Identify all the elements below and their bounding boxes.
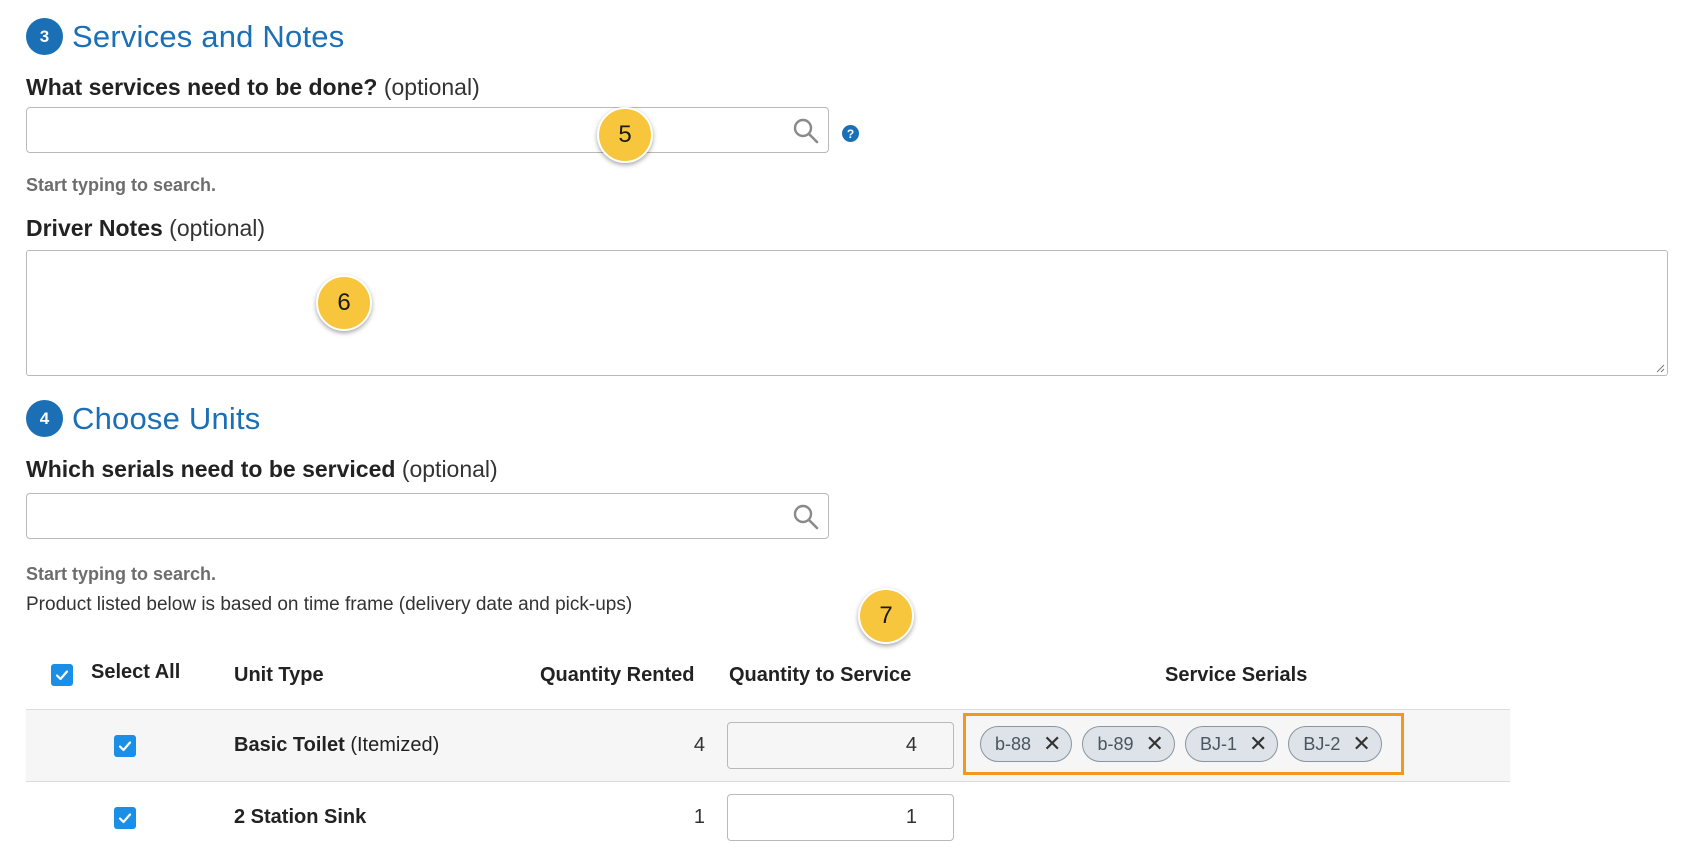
quantity-rented: 4	[693, 734, 705, 756]
header-select-all: Select All	[91, 661, 181, 683]
header-unit-type: Unit Type	[234, 664, 324, 686]
services-search-input[interactable]	[35, 108, 779, 152]
step-number-badge: 3	[26, 18, 63, 55]
serials-search-box[interactable]	[26, 493, 829, 539]
quantity-to-service-input[interactable]: 4	[727, 722, 954, 769]
help-icon[interactable]: ?	[842, 125, 859, 142]
serial-chip: b-88 ✕	[980, 726, 1073, 762]
checkmark-icon	[118, 741, 132, 752]
select-all-checkbox[interactable]	[51, 664, 73, 686]
section-title: Choose Units	[72, 400, 261, 436]
serials-hint: Start typing to search.	[26, 564, 217, 584]
services-label: What services need to be done? (optional…	[26, 74, 480, 100]
header-quantity-to-service: Quantity to Service	[729, 664, 912, 686]
header-quantity-rented: Quantity Rented	[540, 664, 695, 686]
section-4-header: 4 Choose Units	[26, 400, 261, 437]
product-timeframe-note: Product listed below is based on time fr…	[26, 594, 633, 615]
section-title: Services and Notes	[72, 18, 345, 54]
checkmark-icon	[118, 813, 132, 824]
divider	[26, 781, 1510, 782]
resize-handle-icon[interactable]	[1655, 363, 1665, 373]
remove-icon[interactable]: ✕	[1146, 733, 1164, 755]
step-number-badge: 4	[26, 400, 63, 437]
remove-icon[interactable]: ✕	[1043, 733, 1061, 755]
serials-label: Which serials need to be serviced (optio…	[26, 456, 498, 482]
services-hint: Start typing to search.	[26, 175, 217, 195]
unit-type-name: 2 Station Sink	[234, 806, 367, 828]
serial-chip: BJ-1 ✕	[1184, 726, 1279, 762]
quantity-rented: 1	[693, 806, 705, 828]
row-checkbox[interactable]	[114, 735, 136, 757]
driver-notes-textarea[interactable]	[26, 250, 1668, 376]
checkmark-icon	[55, 670, 69, 681]
driver-notes-label: Driver Notes (optional)	[26, 215, 266, 241]
quantity-to-service-input[interactable]: 1	[727, 794, 954, 841]
serial-chip: BJ-2 ✕	[1288, 726, 1382, 762]
callout-badge: 7	[858, 588, 914, 644]
remove-icon[interactable]: ✕	[1249, 733, 1267, 755]
serial-chip: b-89 ✕	[1082, 726, 1175, 762]
callout-badge: 5	[597, 107, 653, 163]
section-3-header: 3 Services and Notes	[26, 18, 344, 55]
search-icon[interactable]	[792, 117, 820, 145]
search-icon[interactable]	[792, 503, 820, 531]
callout-badge: 6	[316, 275, 372, 331]
serials-search-input[interactable]	[35, 494, 779, 538]
header-service-serials: Service Serials	[1165, 664, 1308, 686]
services-search-box[interactable]	[26, 107, 829, 153]
service-serials-field[interactable]: b-88 ✕ b-89 ✕ BJ-1 ✕ BJ-2 ✕	[963, 713, 1404, 775]
remove-icon[interactable]: ✕	[1352, 733, 1370, 755]
row-checkbox[interactable]	[114, 807, 136, 829]
unit-type-name: Basic Toilet (Itemized)	[234, 734, 440, 756]
